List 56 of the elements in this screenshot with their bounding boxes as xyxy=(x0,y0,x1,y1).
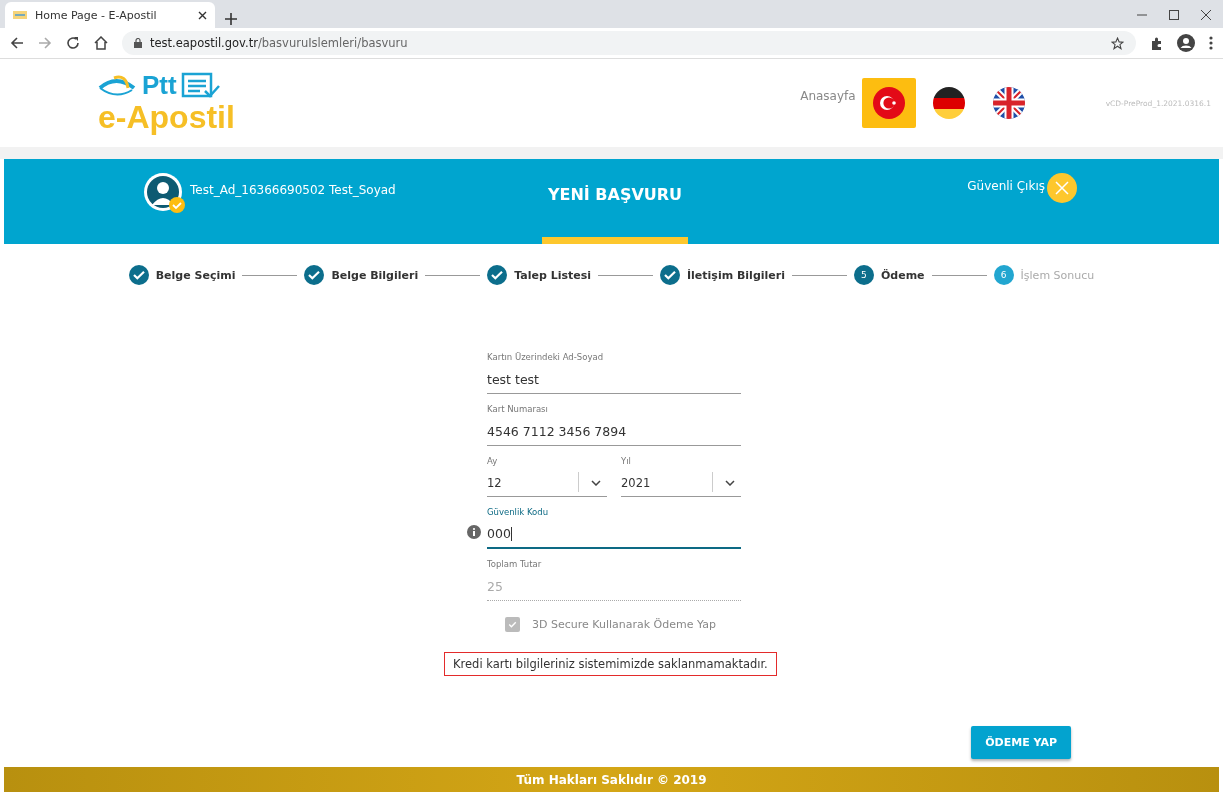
more-icon[interactable] xyxy=(1209,36,1213,50)
footer: Tüm Hakları Saklıdır © 2019 xyxy=(4,767,1219,792)
step-check-icon xyxy=(487,265,508,285)
checkbox-label: 3D Secure Kullanarak Ödeme Yap xyxy=(532,618,716,631)
input-field[interactable]: test test xyxy=(487,366,741,394)
back-icon[interactable] xyxy=(10,36,24,50)
notice-message: Kredi kartı bilgileriniz sistemimizde saklanmamaktadır. xyxy=(444,652,777,676)
dropdown[interactable]: 2021 xyxy=(621,470,741,497)
close-icon[interactable] xyxy=(1201,10,1211,20)
german-flag-icon xyxy=(932,87,965,119)
close-icon[interactable] xyxy=(198,10,207,20)
close-icon xyxy=(1047,173,1077,203)
step-check-icon xyxy=(128,265,149,285)
profile-icon[interactable] xyxy=(1177,34,1195,52)
page-title: YENİ BAŞVURU xyxy=(542,159,688,244)
logo-text: e-Apostil xyxy=(98,99,235,136)
home-link[interactable]: Anasayfa xyxy=(800,89,856,103)
field-label: Ay xyxy=(487,456,499,468)
eye-logo-icon xyxy=(98,73,138,98)
user-name: Test_Ad_16366690502 Test_Soyad xyxy=(190,183,396,197)
field-label: Kartın Üzerindeki Ad-Soyad xyxy=(487,352,605,364)
logo-text: Ptt xyxy=(142,70,177,101)
browser-tab[interactable]: Home Page - E-Apostil xyxy=(5,2,215,28)
step-label: İşlem Sonucu xyxy=(1020,268,1095,282)
input-field[interactable]: 000 xyxy=(487,521,741,549)
input-field[interactable]: 4546 7112 3456 7894 xyxy=(487,418,741,446)
star-icon[interactable] xyxy=(1111,36,1124,50)
step-check-icon xyxy=(660,265,680,285)
document-check-icon xyxy=(180,71,221,100)
favicon-icon xyxy=(13,11,27,19)
field-label: Güvenlik Kodu xyxy=(487,507,550,519)
maximize-icon[interactable] xyxy=(1169,10,1179,20)
step-label: İletişim Bilgileri xyxy=(687,268,785,282)
field-label: Yıl xyxy=(621,456,632,468)
step-check-icon xyxy=(304,265,325,285)
chevron-down-icon xyxy=(591,480,601,486)
info-icon[interactable] xyxy=(467,525,481,539)
field-label: Kart Numarası xyxy=(487,404,549,416)
dropdown[interactable]: 12 xyxy=(487,470,607,497)
field-label: Toplam Tutar xyxy=(487,559,543,571)
british-flag-icon xyxy=(992,87,1025,119)
chevron-down-icon xyxy=(725,480,735,486)
step-number: 5 xyxy=(853,265,874,285)
step-number: 6 xyxy=(993,265,1014,285)
reload-icon[interactable] xyxy=(66,36,80,50)
extensions-icon[interactable] xyxy=(1150,36,1163,50)
address-bar[interactable]: test.eapostil.gov.tr/basvuruIslemleri/basvuru xyxy=(122,31,1136,55)
home-icon[interactable] xyxy=(94,36,108,50)
lock-icon xyxy=(134,38,142,48)
step-label: Ödeme xyxy=(880,268,925,282)
new-tab-icon[interactable] xyxy=(225,13,237,25)
step-label: Talep Listesi xyxy=(514,268,591,282)
step-label: Belge Seçimi xyxy=(155,268,236,282)
user-avatar-icon xyxy=(144,173,186,215)
turkish-flag-icon xyxy=(872,87,905,119)
step-label: Belge Bilgileri xyxy=(331,268,419,282)
